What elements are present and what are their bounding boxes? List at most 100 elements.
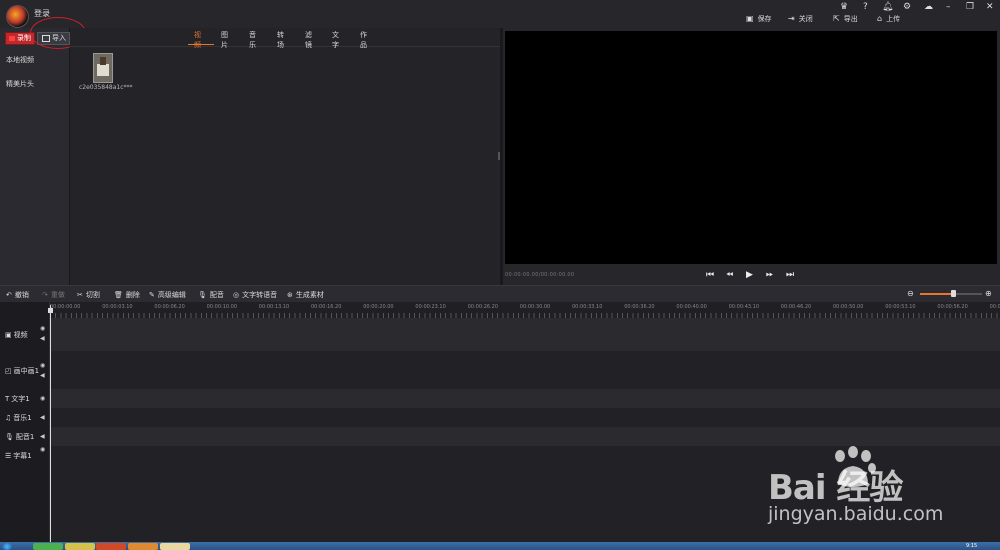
subtitle-icon: ☰	[5, 452, 12, 460]
undo-button[interactable]: ↶ 撤销	[6, 290, 29, 300]
sidebar-item-intros[interactable]: 精美片头	[6, 79, 34, 89]
text-to-speech-button[interactable]: ◎ 文字转语音	[233, 290, 277, 300]
step-back-icon[interactable]: ⏪︎	[726, 270, 733, 280]
playhead[interactable]	[50, 305, 51, 542]
taskbar-app-1[interactable]	[33, 543, 63, 550]
taskbar-app-5[interactable]	[160, 543, 190, 550]
export-button[interactable]: ⇱ 导出	[833, 14, 858, 24]
paw-icon	[835, 446, 876, 487]
mic-icon: 🎙︎	[5, 433, 14, 441]
import-icon	[42, 35, 50, 42]
mic-icon: 🎙︎	[198, 291, 207, 299]
taskbar-app-2[interactable]	[65, 543, 95, 550]
generate-icon: ⊛	[287, 291, 293, 299]
tab-filter[interactable]: 滤镜	[305, 30, 312, 50]
splitter-grip[interactable]	[498, 152, 500, 160]
step-forward-icon[interactable]: ⏩︎	[766, 270, 773, 280]
track-header-text: T 文字1	[5, 395, 30, 403]
play-icon[interactable]: ▶	[746, 270, 753, 280]
taskbar-app-3[interactable]	[96, 543, 126, 550]
save-icon: ▣	[746, 14, 754, 23]
advanced-edit-button[interactable]: ✎ 高级编辑	[149, 290, 186, 300]
gear-icon[interactable]: ⚙	[903, 2, 911, 12]
dub-button[interactable]: 🎙︎ 配音	[198, 290, 224, 300]
volume-icon[interactable]: ◀	[40, 335, 45, 342]
tts-icon: ◎	[233, 291, 240, 299]
active-tab-indicator	[188, 44, 214, 45]
media-library	[70, 28, 500, 285]
avatar[interactable]	[6, 5, 29, 28]
close-project-button[interactable]: ⇥ 关闭	[788, 14, 813, 24]
zoom-out-icon[interactable]: ⊖	[907, 289, 914, 298]
track-header-video: ▣ 视频	[5, 331, 28, 339]
generate-material-button[interactable]: ⊛ 生成素材	[287, 290, 324, 300]
eye-icon[interactable]: ◉	[40, 325, 45, 332]
crown-icon[interactable]: ♛	[840, 2, 848, 12]
media-thumbnail[interactable]	[93, 53, 113, 83]
delete-button[interactable]: 🗑︎ 删除	[114, 290, 140, 300]
taskbar-app-4[interactable]	[128, 543, 158, 550]
track-lane-dub[interactable]	[50, 427, 1000, 446]
help-icon[interactable]: ?	[863, 2, 868, 12]
ruler-tick-label: 00:00:53.10	[885, 304, 916, 310]
tab-image[interactable]: 图片	[221, 30, 228, 50]
video-preview[interactable]	[505, 31, 997, 264]
ruler-tick-label: 00:00:16.20	[311, 304, 342, 310]
edit-icon: ✎	[149, 291, 155, 299]
ruler-tick-label: 00:00:23.10	[415, 304, 446, 310]
import-button[interactable]: 导入	[37, 32, 70, 45]
eye-icon[interactable]: ◉	[40, 446, 45, 453]
preview-timecode: 00:00:00.00/00:00:00.00	[505, 272, 575, 278]
tab-text[interactable]: 文字	[332, 30, 339, 50]
ruler-tick-label: 00:00:46.20	[780, 304, 812, 310]
skin-icon[interactable]: ☁	[924, 2, 933, 12]
ruler-tick-label: 00:00:33.10	[572, 304, 603, 310]
redo-button[interactable]: ↷ 重做	[42, 290, 65, 300]
volume-icon[interactable]: ◀	[40, 372, 45, 379]
tab-video[interactable]: 视频	[194, 30, 201, 50]
tab-works[interactable]: 作品	[360, 30, 367, 50]
ruler-tick-label: 00:00:43.10	[728, 304, 760, 310]
ruler-tick-label: 00:00:36.20	[624, 304, 655, 310]
login-link[interactable]: 登录	[34, 8, 50, 19]
tab-transition[interactable]: 转场	[277, 30, 284, 50]
eye-icon[interactable]: ◉	[40, 362, 45, 369]
playhead-handle[interactable]	[48, 308, 53, 313]
ruler-tick-label: 00:00:13.10	[258, 304, 290, 310]
track-lane-pip[interactable]	[50, 351, 1000, 389]
skip-start-icon[interactable]: ⏮︎	[706, 270, 714, 280]
zoom-slider-fill	[920, 293, 953, 295]
tab-music[interactable]: 音乐	[249, 30, 256, 50]
ruler-tick-label: 00:00:40.00	[676, 304, 707, 310]
upload-icon: ⌂	[877, 14, 883, 23]
cut-button[interactable]: ✂ 切割	[77, 290, 100, 300]
save-button[interactable]: ▣ 保存	[746, 14, 772, 24]
close-icon[interactable]: ✕	[986, 2, 994, 12]
ruler-tick-label: 00:00:30.00	[519, 304, 551, 310]
volume-icon[interactable]: ◀	[40, 433, 45, 440]
zoom-in-icon[interactable]: ⊕	[985, 289, 992, 298]
pip-icon: ◰	[5, 367, 12, 375]
sidebar-item-local-video[interactable]: 本地视频	[6, 55, 34, 65]
zoom-slider-handle[interactable]	[950, 290, 956, 297]
music-icon: ♫	[5, 414, 12, 422]
ruler-tick-label: 00:01:00.00	[989, 304, 1000, 310]
track-lane-music[interactable]	[50, 408, 1000, 427]
volume-icon[interactable]: ◀	[40, 414, 45, 421]
track-lane-video[interactable]	[50, 318, 1000, 351]
film-icon: ▣	[5, 331, 12, 339]
minimize-icon[interactable]: –	[946, 2, 951, 12]
bell-icon[interactable]: 🔔︎	[882, 2, 893, 12]
upload-button[interactable]: ⌂ 上传	[877, 14, 900, 24]
record-button[interactable]: 录制	[5, 32, 35, 45]
restore-icon[interactable]: ❐	[966, 2, 974, 12]
ruler-tick-label: 00:00:03.10	[102, 304, 133, 310]
media-file-name: c2e035848a1c***	[79, 84, 133, 91]
track-lane-text[interactable]	[50, 389, 1000, 408]
eye-icon[interactable]: ◉	[40, 395, 45, 402]
track-header-pip: ◰ 画中画1	[5, 367, 40, 375]
record-icon	[9, 36, 15, 41]
start-button[interactable]	[2, 543, 12, 550]
skip-end-icon[interactable]: ⏭︎	[786, 270, 794, 280]
ruler-tick-label: 00:00:26.20	[467, 304, 499, 310]
